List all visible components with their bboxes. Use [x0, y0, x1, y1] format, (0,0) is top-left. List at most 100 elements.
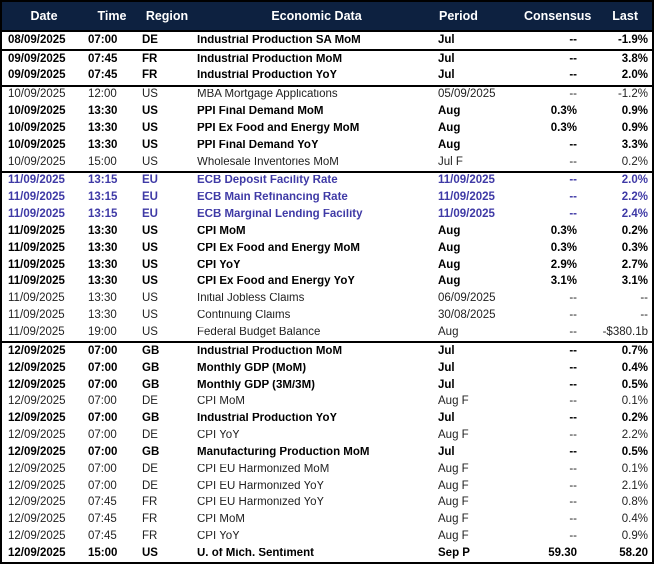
table-row[interactable]: 12/09/2025 07:45 FR CPI YoY Aug F -- 0.9… — [2, 528, 652, 545]
cell-last: -- — [580, 293, 652, 305]
cell-time: 13:15 — [86, 209, 138, 221]
cell-economic-data: Industrial Production YoY — [196, 413, 437, 425]
cell-economic-data: CPI Ex Food and Energy MoM — [196, 243, 437, 255]
cell-last: 0.4% — [580, 514, 652, 526]
cell-economic-data: PPI Ex Food and Energy MoM — [196, 123, 437, 135]
cell-last: 0.5% — [580, 447, 652, 459]
cell-period: Aug F — [437, 481, 524, 493]
cell-time: 13:30 — [86, 276, 138, 288]
cell-consensus: 0.3% — [524, 243, 580, 255]
cell-consensus: 59.30 — [524, 548, 580, 560]
table-row[interactable]: 12/09/2025 07:00 GB Industrial Productio… — [2, 411, 652, 428]
cell-region: US — [138, 276, 196, 288]
cell-consensus: 0.3% — [524, 106, 580, 118]
table-row[interactable]: 11/09/2025 13:15 EU ECB Marginal Lending… — [2, 206, 652, 223]
cell-date: 12/09/2025 — [2, 447, 86, 459]
cell-economic-data: U. of Mich. Sentiment — [196, 548, 437, 560]
table-row[interactable]: 11/09/2025 13:15 EU ECB Main Refinancing… — [2, 190, 652, 207]
table-row[interactable]: 12/09/2025 15:00 US U. of Mich. Sentimen… — [2, 545, 652, 562]
cell-period: Aug F — [437, 531, 524, 543]
table-row[interactable]: 12/09/2025 07:00 GB Manufacturing Produc… — [2, 444, 652, 461]
cell-period: Aug F — [437, 514, 524, 526]
cell-date: 10/09/2025 — [2, 123, 86, 135]
cell-region: DE — [138, 35, 196, 47]
table-row[interactable]: 10/09/2025 12:00 US MBA Mortgage Applica… — [2, 85, 652, 104]
cell-region: US — [138, 226, 196, 238]
cell-date: 11/09/2025 — [2, 310, 86, 322]
cell-period: Jul — [437, 380, 524, 392]
cell-economic-data: CPI YoY — [196, 430, 437, 442]
cell-time: 13:15 — [86, 192, 138, 204]
cell-consensus: -- — [524, 514, 580, 526]
table-row[interactable]: 11/09/2025 19:00 US Federal Budget Balan… — [2, 324, 652, 341]
cell-date: 09/09/2025 — [2, 54, 86, 66]
cell-last: 0.9% — [580, 123, 652, 135]
table-row[interactable]: 10/09/2025 13:30 US PPI Final Demand YoY… — [2, 137, 652, 154]
table-row[interactable]: 12/09/2025 07:00 DE CPI MoM Aug F -- 0.1… — [2, 394, 652, 411]
cell-date: 10/09/2025 — [2, 140, 86, 152]
cell-last: -- — [580, 310, 652, 322]
cell-date: 12/09/2025 — [2, 363, 86, 375]
table-row[interactable]: 10/09/2025 15:00 US Wholesale Inventorie… — [2, 154, 652, 171]
cell-period: Sep P — [437, 548, 524, 560]
cell-time: 13:30 — [86, 260, 138, 272]
cell-consensus: 2.9% — [524, 260, 580, 272]
table-row[interactable]: 11/09/2025 13:30 US Initial Jobless Clai… — [2, 291, 652, 308]
cell-period: 30/08/2025 — [437, 310, 524, 322]
cell-time: 07:00 — [86, 481, 138, 493]
table-row[interactable]: 09/09/2025 07:45 FR Industrial Productio… — [2, 49, 652, 68]
table-row[interactable]: 11/09/2025 13:15 EU ECB Deposit Facility… — [2, 171, 652, 190]
cell-economic-data: CPI EU Harmonized MoM — [196, 464, 437, 476]
cell-region: EU — [138, 192, 196, 204]
cell-time: 13:30 — [86, 293, 138, 305]
cell-economic-data: PPI Final Demand YoY — [196, 140, 437, 152]
cell-time: 07:00 — [86, 464, 138, 476]
table-row[interactable]: 12/09/2025 07:00 GB Monthly GDP (3M/3M) … — [2, 377, 652, 394]
table-row[interactable]: 10/09/2025 13:30 US PPI Ex Food and Ener… — [2, 120, 652, 137]
cell-consensus: 0.3% — [524, 123, 580, 135]
table-row[interactable]: 11/09/2025 13:30 US CPI YoY Aug 2.9% 2.7… — [2, 257, 652, 274]
cell-region: EU — [138, 209, 196, 221]
table-row[interactable]: 12/09/2025 07:00 GB Monthly GDP (MoM) Ju… — [2, 360, 652, 377]
table-row[interactable]: 08/09/2025 07:00 DE Industrial Productio… — [2, 32, 652, 49]
cell-date: 12/09/2025 — [2, 380, 86, 392]
cell-region: GB — [138, 413, 196, 425]
cell-period: Aug F — [437, 430, 524, 442]
table-row[interactable]: 12/09/2025 07:00 GB Industrial Productio… — [2, 341, 652, 360]
cell-consensus: -- — [524, 481, 580, 493]
table-row[interactable]: 11/09/2025 13:30 US CPI Ex Food and Ener… — [2, 274, 652, 291]
cell-last: 2.1% — [580, 481, 652, 493]
cell-period: Aug — [437, 106, 524, 118]
cell-date: 11/09/2025 — [2, 192, 86, 204]
cell-consensus: -- — [524, 89, 580, 101]
cell-region: US — [138, 548, 196, 560]
table-row[interactable]: 12/09/2025 07:00 DE CPI YoY Aug F -- 2.2… — [2, 427, 652, 444]
table-row[interactable]: 11/09/2025 13:30 US CPI Ex Food and Ener… — [2, 240, 652, 257]
table-row[interactable]: 12/09/2025 07:45 FR CPI EU Harmonized Yo… — [2, 495, 652, 512]
cell-consensus: -- — [524, 157, 580, 169]
cell-period: 05/09/2025 — [437, 89, 524, 101]
cell-economic-data: CPI YoY — [196, 260, 437, 272]
table-row[interactable]: 11/09/2025 13:30 US Continuing Claims 30… — [2, 308, 652, 325]
cell-economic-data: PPI Final Demand MoM — [196, 106, 437, 118]
column-header-region: Region — [138, 9, 196, 23]
cell-period: Aug F — [437, 497, 524, 509]
table-row[interactable]: 12/09/2025 07:00 DE CPI EU Harmonized Yo… — [2, 478, 652, 495]
table-row[interactable]: 12/09/2025 07:45 FR CPI MoM Aug F -- 0.4… — [2, 512, 652, 529]
cell-consensus: -- — [524, 464, 580, 476]
cell-date: 12/09/2025 — [2, 531, 86, 543]
table-row[interactable]: 10/09/2025 13:30 US PPI Final Demand MoM… — [2, 103, 652, 120]
table-row[interactable]: 12/09/2025 07:00 DE CPI EU Harmonized Mo… — [2, 461, 652, 478]
cell-period: 06/09/2025 — [437, 293, 524, 305]
cell-last: 0.1% — [580, 464, 652, 476]
cell-consensus: -- — [524, 447, 580, 459]
cell-date: 08/09/2025 — [2, 35, 86, 47]
table-row[interactable]: 11/09/2025 13:30 US CPI MoM Aug 0.3% 0.2… — [2, 223, 652, 240]
table-row[interactable]: 09/09/2025 07:45 FR Industrial Productio… — [2, 68, 652, 85]
cell-region: US — [138, 140, 196, 152]
cell-consensus: -- — [524, 35, 580, 47]
cell-economic-data: Manufacturing Production MoM — [196, 447, 437, 459]
column-header-time: Time — [86, 9, 138, 23]
cell-time: 07:00 — [86, 346, 138, 358]
cell-date: 12/09/2025 — [2, 497, 86, 509]
